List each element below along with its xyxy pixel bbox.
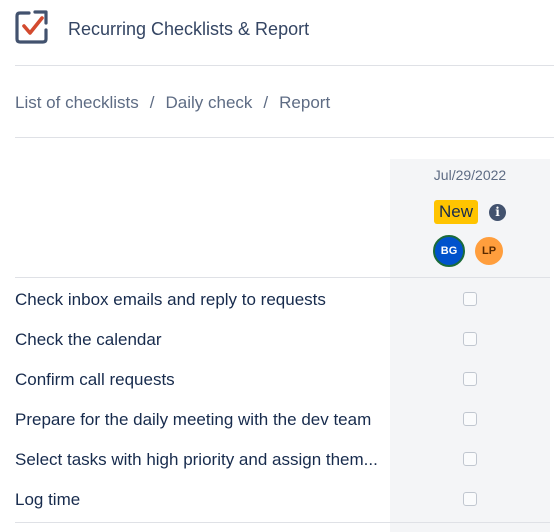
task-label: Check inbox emails and reply to requests (15, 290, 326, 309)
task-label: Check the calendar (15, 330, 162, 349)
task-label: Confirm call requests (15, 370, 175, 389)
breadcrumb-report: Report (279, 93, 331, 112)
table-row: Select tasks with high priority and assi… (0, 440, 554, 480)
avatar[interactable]: LP (473, 235, 505, 267)
breadcrumb-separator: / (263, 93, 269, 112)
avatar[interactable]: BG (433, 235, 465, 267)
task-label: Prepare for the daily meeting with the d… (15, 410, 372, 429)
app-title: Recurring Checklists & Report (68, 19, 310, 39)
breadcrumb: List of checklists / Daily check / Report (15, 92, 330, 114)
table-header-divider (15, 277, 550, 278)
app-root: Recurring Checklists & Report List of ch… (0, 0, 554, 532)
task-checkbox[interactable] (463, 332, 477, 346)
header-divider (15, 65, 554, 66)
task-checkbox[interactable] (463, 452, 477, 466)
task-checkbox[interactable] (463, 492, 477, 506)
info-icon[interactable]: i (489, 204, 506, 221)
task-label: Select tasks with high priority and assi… (15, 450, 378, 469)
report-date: Jul/29/2022 (433, 167, 507, 183)
task-checkbox[interactable] (463, 372, 477, 386)
breadcrumb-divider (15, 137, 554, 138)
breadcrumb-daily-check[interactable]: Daily check (166, 93, 253, 112)
task-label: Log time (15, 490, 81, 509)
task-checkbox[interactable] (463, 292, 477, 306)
breadcrumb-separator: / (149, 93, 155, 112)
status-badge[interactable]: New (434, 200, 479, 224)
table-row: Prepare for the daily meeting with the d… (0, 400, 554, 440)
table-row: Log time (0, 480, 554, 520)
app-header: Recurring Checklists & Report (0, 0, 554, 66)
checklist-icon (12, 6, 52, 46)
table-row: Check the calendar (0, 320, 554, 360)
table-row: Check inbox emails and reply to requests (0, 280, 554, 320)
breadcrumb-list-of-checklists[interactable]: List of checklists (15, 93, 139, 112)
table-bottom-divider (15, 522, 550, 523)
task-checkbox[interactable] (463, 412, 477, 426)
table-row: Confirm call requests (0, 360, 554, 400)
